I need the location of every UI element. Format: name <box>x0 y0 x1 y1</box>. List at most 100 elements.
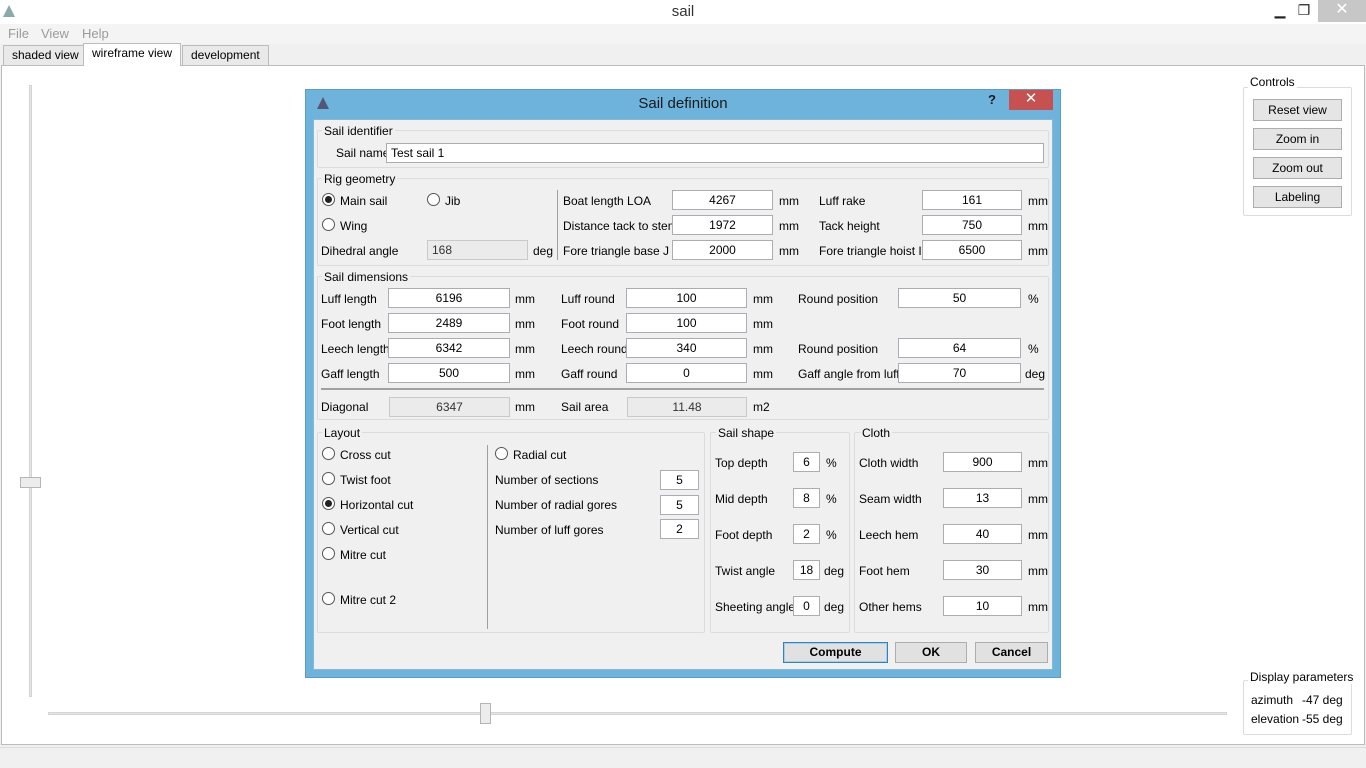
dihedral-unit: deg <box>533 244 554 258</box>
fore-base-input[interactable]: 2000 <box>672 240 773 260</box>
leech-round-input[interactable]: 340 <box>626 338 747 358</box>
tab-development[interactable]: development <box>182 45 269 65</box>
sheeting-angle-label: Sheeting angle <box>715 600 796 614</box>
twist-foot-label: Twist foot <box>340 473 391 487</box>
number-of-sections-label: Number of sections <box>495 473 599 487</box>
luff-length-input[interactable]: 6196 <box>388 288 510 308</box>
tack-stem-input[interactable]: 1972 <box>672 215 773 235</box>
leech-length-input[interactable]: 6342 <box>388 338 510 358</box>
gaff-angle-input[interactable]: 70 <box>898 363 1021 383</box>
cloth-width-input[interactable]: 900 <box>943 452 1022 472</box>
luff-length-label: Luff length <box>321 292 377 306</box>
restore-button[interactable]: ❐ <box>1289 0 1319 22</box>
menu-view[interactable]: View <box>41 26 69 41</box>
leech-hem-input[interactable]: 40 <box>943 524 1022 544</box>
mitre-cut-label: Mitre cut <box>340 548 387 562</box>
zoom-out-button[interactable]: Zoom out <box>1253 157 1342 179</box>
foot-depth-label: Foot depth <box>715 528 773 542</box>
diagonal-label: Diagonal <box>321 400 369 414</box>
ok-button[interactable]: OK <box>895 642 967 663</box>
help-button[interactable]: ? <box>988 92 996 107</box>
mitre-cut-2-radio[interactable] <box>322 592 335 605</box>
sheeting-angle-input[interactable]: 0 <box>793 596 820 616</box>
foot-round-input[interactable]: 100 <box>626 313 747 333</box>
window-title: sail <box>671 3 695 20</box>
leech-length-unit: mm <box>515 342 535 356</box>
vertical-slider-handle[interactable] <box>20 477 41 488</box>
dihedral-angle-input: 168 <box>427 240 528 260</box>
dialog-close-button[interactable]: ✕ <box>1009 90 1053 110</box>
round-position-2-input[interactable]: 64 <box>898 338 1021 358</box>
reset-view-button[interactable]: Reset view <box>1253 99 1342 121</box>
sail-area-label: Sail area <box>561 400 609 414</box>
foot-depth-input[interactable]: 2 <box>793 524 820 544</box>
vertical-cut-radio[interactable] <box>322 522 335 535</box>
other-hems-input[interactable]: 10 <box>943 596 1022 616</box>
azimuth-label: azimuth <box>1251 693 1294 707</box>
mid-depth-unit: % <box>826 492 837 506</box>
labeling-button[interactable]: Labeling <box>1253 186 1342 208</box>
mid-depth-input[interactable]: 8 <box>793 488 820 508</box>
jib-radio[interactable] <box>427 193 440 206</box>
round-position-1-input[interactable]: 50 <box>898 288 1021 308</box>
seam-width-label: Seam width <box>859 492 922 506</box>
leech-hem-unit: mm <box>1028 528 1048 542</box>
sail-dimensions-title: Sail dimensions <box>322 270 411 284</box>
tab-wireframe-view[interactable]: wireframe view <box>83 43 182 66</box>
tack-height-input[interactable]: 750 <box>922 215 1022 235</box>
horizontal-slider-handle[interactable] <box>480 703 491 724</box>
boat-length-input[interactable]: 4267 <box>672 190 773 210</box>
leech-round-unit: mm <box>753 342 773 356</box>
number-of-luff-gores-input[interactable]: 2 <box>660 519 699 539</box>
menu-file[interactable]: File <box>8 26 29 41</box>
foot-round-label: Foot round <box>561 317 620 331</box>
luff-rake-label: Luff rake <box>819 194 866 208</box>
round-position-1-label: Round position <box>798 292 879 306</box>
round-position-1-unit: % <box>1028 292 1039 306</box>
seam-width-input[interactable]: 13 <box>943 488 1022 508</box>
window-close-button[interactable]: ✕ <box>1318 0 1366 22</box>
number-of-radial-gores-input[interactable]: 5 <box>660 495 699 515</box>
luff-rake-input[interactable]: 161 <box>922 190 1022 210</box>
sail-area-unit: m2 <box>753 400 770 414</box>
mitre-cut-2-label: Mitre cut 2 <box>340 593 397 607</box>
number-of-sections-input[interactable]: 5 <box>660 470 699 490</box>
menu-help[interactable]: Help <box>82 26 109 41</box>
gaff-round-input[interactable]: 0 <box>626 363 747 383</box>
sheeting-angle-unit: deg <box>824 600 845 614</box>
zoom-in-button[interactable]: Zoom in <box>1253 128 1342 150</box>
leech-hem-label: Leech hem <box>859 528 919 542</box>
luff-round-input[interactable]: 100 <box>626 288 747 308</box>
gaff-length-input[interactable]: 500 <box>388 363 510 383</box>
gaff-length-unit: mm <box>515 367 535 381</box>
cross-cut-radio[interactable] <box>322 447 335 460</box>
foot-round-unit: mm <box>753 317 773 331</box>
horizontal-slider-track <box>48 712 1227 715</box>
luff-round-unit: mm <box>753 292 773 306</box>
compute-button[interactable]: Compute <box>783 642 888 663</box>
twist-foot-radio[interactable] <box>322 472 335 485</box>
boat-length-unit: mm <box>779 194 799 208</box>
mitre-cut-radio[interactable] <box>322 547 335 560</box>
controls-title: Controls <box>1248 75 1297 89</box>
fore-base-unit: mm <box>779 244 799 258</box>
cancel-button[interactable]: Cancel <box>975 642 1048 663</box>
wing-radio[interactable] <box>322 218 335 231</box>
radial-cut-radio[interactable] <box>495 447 508 460</box>
horizontal-cut-radio[interactable] <box>322 497 335 510</box>
fore-hoist-input[interactable]: 6500 <box>922 240 1022 260</box>
twist-angle-input[interactable]: 18 <box>793 560 820 580</box>
tab-shaded-view[interactable]: shaded view <box>3 45 88 65</box>
number-of-luff-gores-label: Number of luff gores <box>495 523 604 537</box>
seam-width-unit: mm <box>1028 492 1048 506</box>
sail-area-value: 11.48 <box>627 397 747 417</box>
other-hems-unit: mm <box>1028 600 1048 614</box>
cloth-title: Cloth <box>860 426 893 440</box>
foot-length-input[interactable]: 2489 <box>388 313 510 333</box>
foot-hem-input[interactable]: 30 <box>943 560 1022 580</box>
gaff-round-label: Gaff round <box>561 367 618 381</box>
top-depth-input[interactable]: 6 <box>793 452 820 472</box>
main-sail-radio[interactable] <box>322 193 335 206</box>
status-bar <box>0 747 1366 768</box>
sail-name-input[interactable]: Test sail 1 <box>386 143 1044 163</box>
